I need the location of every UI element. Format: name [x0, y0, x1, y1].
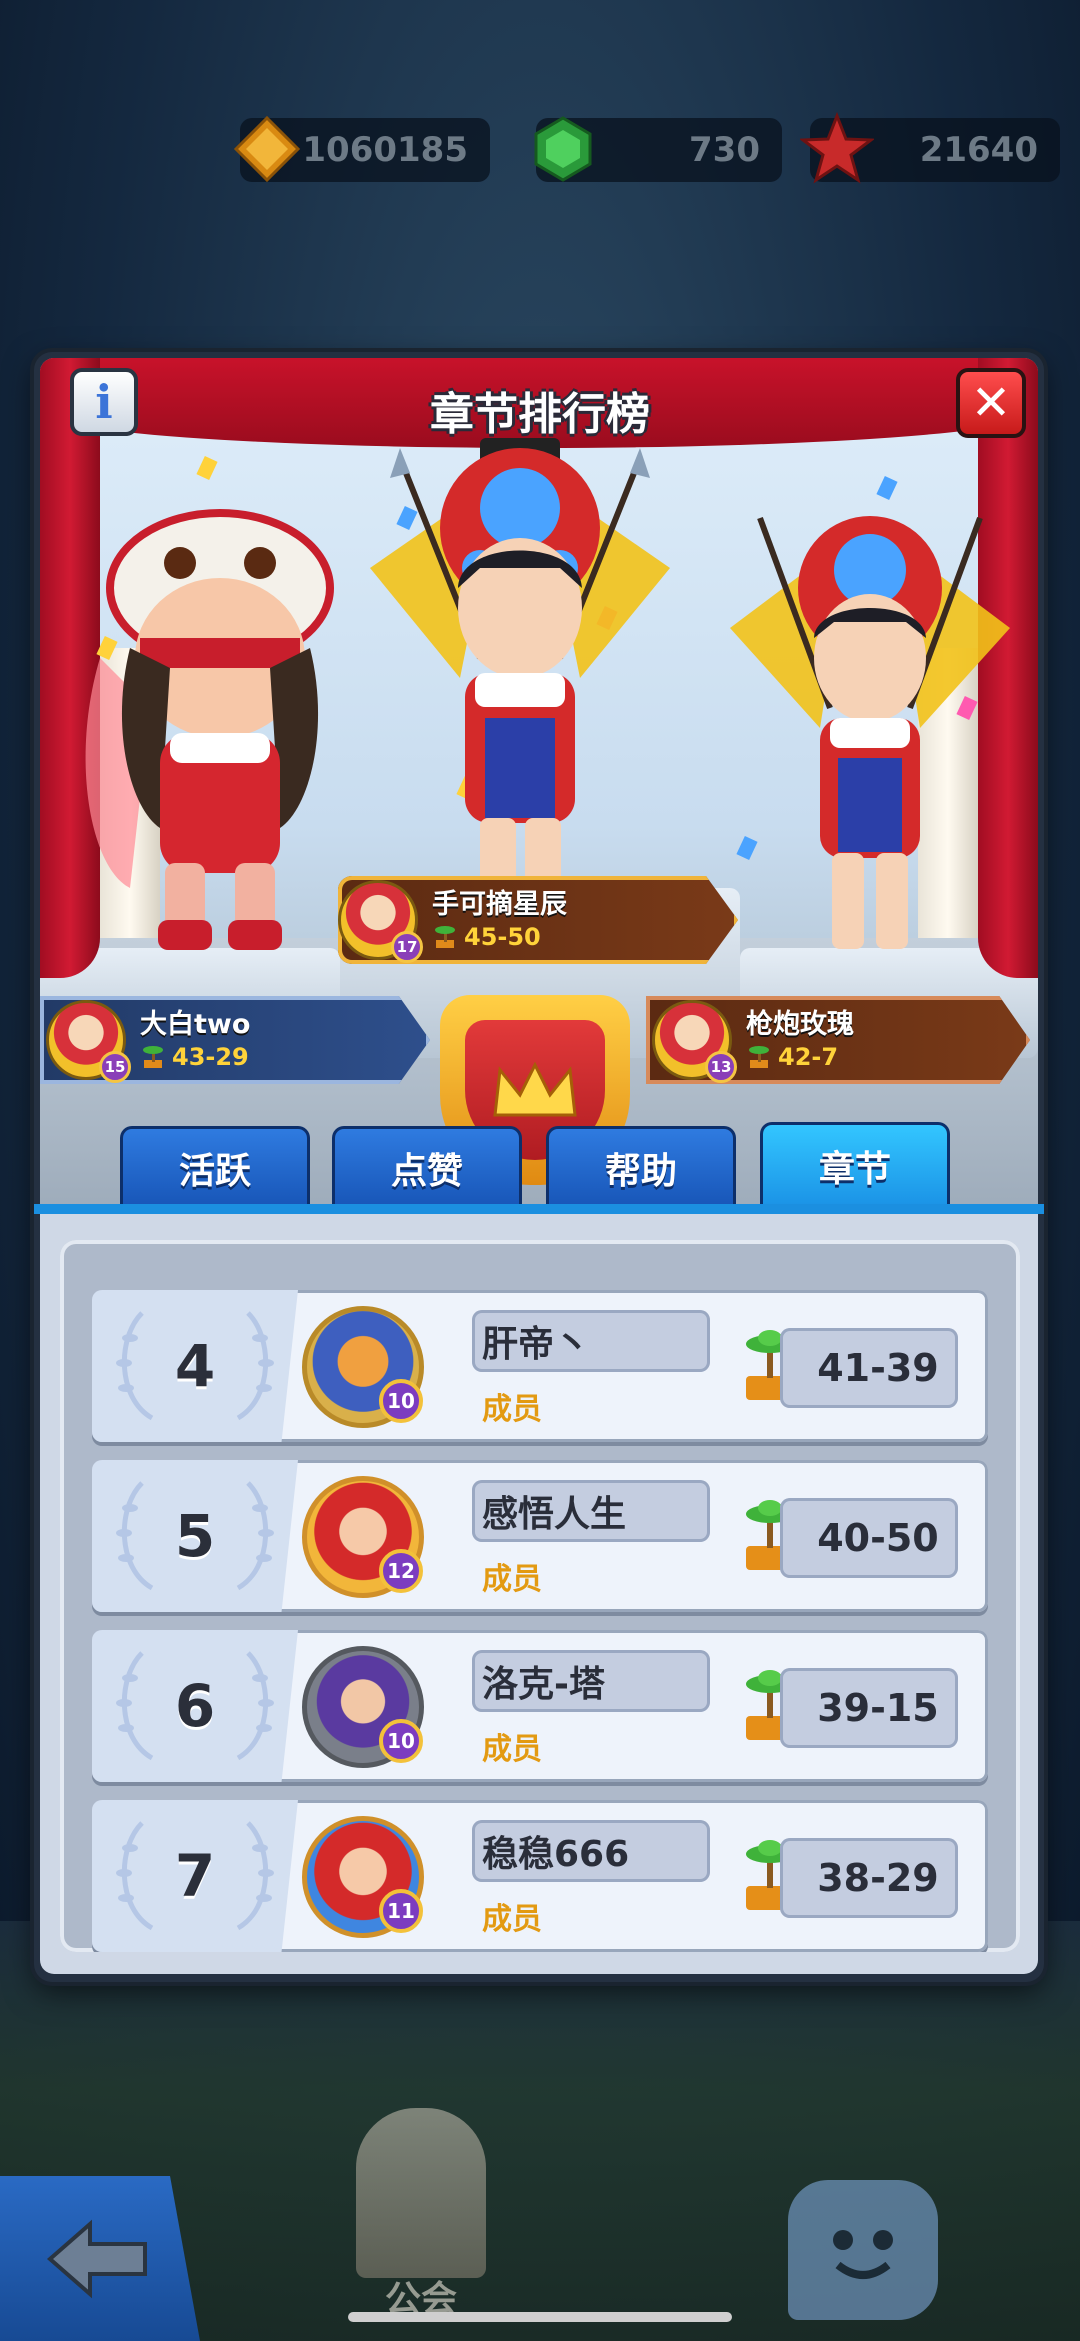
podium-third-name: 枪炮玫瑰 — [746, 1009, 854, 1040]
podium-third-score: 42-7 — [778, 1043, 839, 1071]
rank-number: 5 — [174, 1502, 216, 1570]
character-second — [85, 509, 334, 950]
avatar[interactable]: 10 — [302, 1646, 424, 1768]
podium-third-level: 13 — [705, 1051, 737, 1083]
player-role: 成员 — [482, 1732, 542, 1767]
player-name: 肝帝丶 — [472, 1310, 710, 1372]
currency-bar: 1060185 730 21640 — [0, 112, 1080, 186]
tab-chapter[interactable]: 章节 — [760, 1122, 950, 1206]
tab-divider — [34, 1204, 1044, 1214]
avatar[interactable]: 10 — [302, 1306, 424, 1428]
currency-gold-value: 1060185 — [302, 130, 468, 170]
palm-tree-icon — [749, 1046, 769, 1068]
podium-first-name: 手可摘星辰 — [432, 889, 567, 920]
chat-icon[interactable] — [788, 2180, 938, 2320]
red-star-icon — [800, 112, 874, 186]
ranking-list[interactable]: 4 10 肝帝丶 成员 41-39 5 12 感悟人生 成员 40-50 6 1… — [60, 1240, 1020, 1952]
ranking-row[interactable]: 6 10 洛克-塔 成员 39-15 — [92, 1630, 988, 1782]
avatar[interactable]: 12 — [302, 1476, 424, 1598]
ranking-row[interactable]: 5 12 感悟人生 成员 40-50 — [92, 1460, 988, 1612]
podium-first-avatar: 17 — [338, 880, 423, 963]
podium-first-score: 45-50 — [464, 923, 541, 951]
player-role: 成员 — [482, 1392, 542, 1427]
currency-gold: 1060185 — [233, 115, 490, 183]
tab-help[interactable]: 帮助 — [546, 1126, 736, 1206]
palm-tree-icon — [143, 1046, 163, 1068]
avatar-level: 10 — [379, 1719, 423, 1763]
back-button[interactable] — [0, 2176, 200, 2341]
back-arrow-icon — [46, 2219, 147, 2298]
player-name: 稳稳666 — [472, 1820, 710, 1882]
podium-third-avatar: 13 — [652, 1000, 737, 1083]
confetti — [196, 455, 218, 481]
rank-number: 7 — [174, 1842, 216, 1910]
rank-number: 4 — [174, 1332, 216, 1400]
podium-second-avatar: 15 — [46, 1000, 131, 1083]
character-first — [370, 438, 670, 938]
tab-likes[interactable]: 点赞 — [332, 1126, 522, 1206]
dialog-title: 章节排行榜 — [430, 389, 650, 440]
podium-first-level: 17 — [391, 931, 423, 963]
chapter-score: 39-15 — [780, 1668, 958, 1748]
chapter-score: 38-29 — [780, 1838, 958, 1918]
podium-first-plate[interactable]: 17 手可摘星辰 45-50 — [338, 876, 738, 964]
player-role: 成员 — [482, 1902, 542, 1937]
home-indicator — [348, 2312, 732, 2322]
podium-third-plate[interactable]: 13 枪炮玫瑰 42-7 — [646, 996, 1030, 1084]
close-button[interactable]: ✕ — [956, 368, 1026, 438]
currency-gems: 730 — [534, 116, 782, 182]
gold-diamond-icon — [230, 112, 304, 186]
character-third — [730, 516, 1010, 949]
podium-second-name: 大白two — [140, 1009, 251, 1040]
player-role: 成员 — [482, 1562, 542, 1597]
podium-second-plate[interactable]: 15 大白two 43-29 — [40, 996, 430, 1084]
info-button[interactable]: i — [70, 368, 138, 436]
avatar-level: 12 — [379, 1549, 423, 1593]
avatar-level: 11 — [379, 1889, 423, 1933]
podium-second-level: 15 — [99, 1051, 131, 1083]
chapter-score: 41-39 — [780, 1328, 958, 1408]
rank-number: 6 — [174, 1672, 216, 1740]
podium-second-score: 43-29 — [172, 1043, 249, 1071]
player-name: 感悟人生 — [472, 1480, 710, 1542]
tab-active[interactable]: 活跃 — [120, 1126, 310, 1206]
ranking-row[interactable]: 7 11 稳稳666 成员 38-29 — [92, 1800, 988, 1952]
chapter-score: 40-50 — [780, 1498, 958, 1578]
avatar-level: 10 — [379, 1379, 423, 1423]
currency-stars: 21640 — [800, 112, 1060, 184]
player-name: 洛克-塔 — [472, 1650, 710, 1712]
green-gem-icon — [526, 112, 600, 186]
guild-icon[interactable] — [356, 2108, 486, 2278]
avatar[interactable]: 11 — [302, 1816, 424, 1938]
currency-stars-value: 21640 — [919, 130, 1038, 170]
ranking-row[interactable]: 4 10 肝帝丶 成员 41-39 — [92, 1290, 988, 1442]
palm-tree-icon — [435, 926, 455, 948]
currency-gems-value: 730 — [689, 130, 760, 170]
